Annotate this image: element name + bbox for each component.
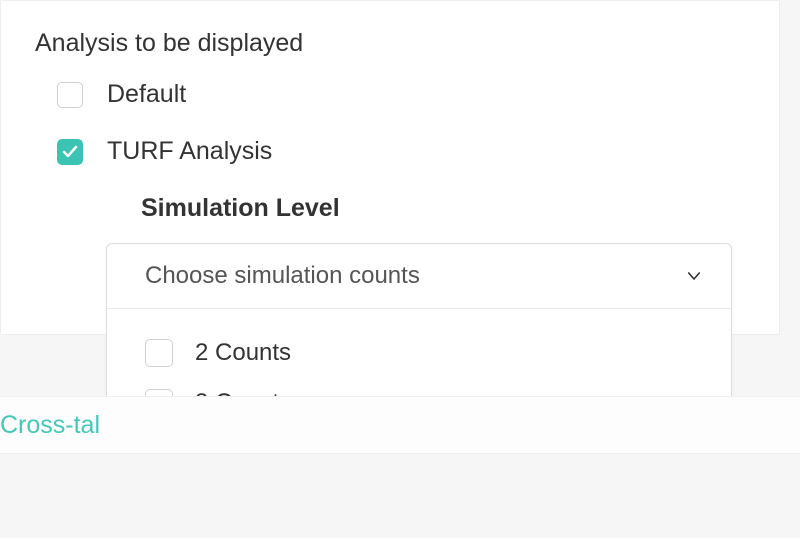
checkbox-2counts[interactable]: [145, 339, 173, 367]
checkbox-default[interactable]: [57, 82, 83, 108]
tab-crosstab[interactable]: Cross-tal: [0, 411, 100, 440]
simulation-level-label: Simulation Level: [141, 194, 340, 222]
dropdown-option-2counts[interactable]: 2 Counts: [145, 339, 703, 367]
check-icon: [62, 144, 78, 160]
option-default[interactable]: Default: [35, 80, 745, 109]
simulation-level-row: Simulation Level: [35, 194, 745, 223]
simulation-dropdown-toggle[interactable]: Choose simulation counts: [107, 244, 731, 309]
dropdown-option-2counts-label: 2 Counts: [195, 339, 291, 367]
section-title: Analysis to be displayed: [35, 29, 745, 58]
option-default-label: Default: [107, 80, 186, 109]
tabs-band: Cross-tal: [0, 396, 800, 454]
simulation-dropdown-placeholder: Choose simulation counts: [145, 262, 420, 290]
chevron-down-icon: [685, 267, 703, 285]
checkbox-turf[interactable]: [57, 139, 83, 165]
option-turf[interactable]: TURF Analysis: [35, 137, 745, 166]
option-turf-label: TURF Analysis: [107, 137, 272, 166]
